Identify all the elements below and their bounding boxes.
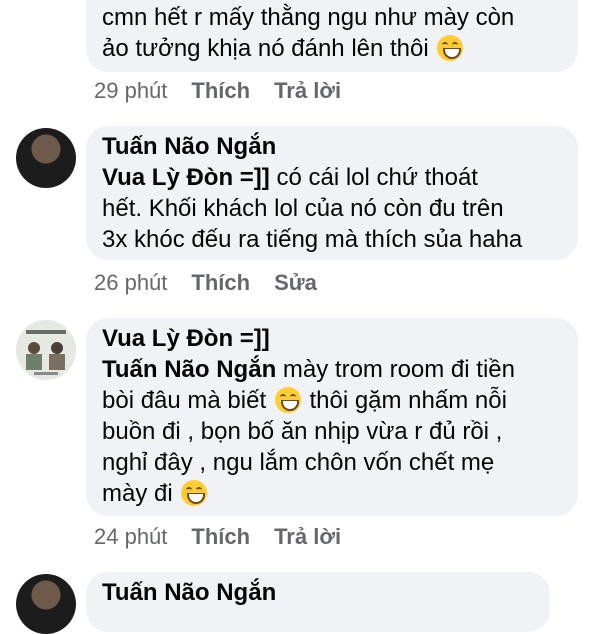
grinning-face-emoji-icon xyxy=(274,387,301,413)
reply-button[interactable]: Trả lời xyxy=(274,78,341,104)
grinning-face-emoji-icon xyxy=(437,35,464,61)
comment-line: nghỉ đây , ngu lắm chôn vốn chết mẹ xyxy=(102,449,495,476)
comment-author[interactable]: Vua Lỳ Đòn =]] xyxy=(102,324,562,354)
reply-button[interactable]: Trả lời xyxy=(274,524,341,550)
comment-bubble: Vua Lỳ Đòn =]] Tuấn Não Ngắn mày trom ro… xyxy=(86,318,578,516)
grinning-face-emoji-icon xyxy=(181,480,208,506)
comment-actions: 24 phút Thích Trả lời xyxy=(94,524,341,550)
comment-bubble: Tuấn Não Ngắn xyxy=(86,572,550,632)
comment-line: ảo tưởng khịa nó đánh lên thôi xyxy=(102,35,429,62)
comment-actions: 29 phút Thích Trả lời xyxy=(94,78,341,104)
comment-line: mày trom room đi tiền xyxy=(282,356,515,383)
mention-link[interactable]: Tuấn Não Ngắn xyxy=(102,356,276,383)
comment-text: Vua Lỳ Đòn =]] có cái lol chứ thoát hết.… xyxy=(102,162,562,255)
comment-bubble: Tuấn Não Ngắn Vua Lỳ Đòn =]] có cái lol … xyxy=(86,126,578,260)
comment-line: thôi gặm nhấm nỗi xyxy=(309,387,507,414)
comment-line: cmn hết r mấy thằng ngu như mày còn xyxy=(102,4,515,31)
comment-text: cmn hết r mấy thằng ngu như mày còn ảo t… xyxy=(102,2,562,64)
comment-actions: 26 phút Thích Sửa xyxy=(94,270,317,296)
like-button[interactable]: Thích xyxy=(191,524,250,550)
avatar[interactable] xyxy=(16,128,76,188)
comment-line: 3x khóc đếu ra tiếng mà thích sủa haha xyxy=(102,226,523,253)
avatar[interactable] xyxy=(16,574,76,634)
like-button[interactable]: Thích xyxy=(191,270,250,296)
comment-line: có cái lol chứ thoát xyxy=(276,164,478,191)
comment-time[interactable]: 26 phút xyxy=(94,270,167,296)
like-button[interactable]: Thích xyxy=(191,78,250,104)
comment-line: hết. Khối khách lol của nó còn đu trên xyxy=(102,195,504,222)
comment-text: Tuấn Não Ngắn mày trom room đi tiền bòi … xyxy=(102,354,562,509)
mention-link[interactable]: Vua Lỳ Đòn =]] xyxy=(102,164,270,191)
edit-button[interactable]: Sửa xyxy=(274,270,317,296)
comment-author[interactable]: Tuấn Não Ngắn xyxy=(102,578,534,608)
avatar-image xyxy=(16,320,76,380)
comment-line: buồn đi , bọn bố ăn nhịp vừa r đủ rồi , xyxy=(102,418,503,445)
avatar[interactable] xyxy=(16,320,76,380)
comment-author[interactable]: Tuấn Não Ngắn xyxy=(102,132,562,162)
comment-time[interactable]: 29 phút xyxy=(94,78,167,104)
comment-line: mày đi xyxy=(102,480,173,507)
comment-time[interactable]: 24 phút xyxy=(94,524,167,550)
comment-bubble: cmn hết r mấy thằng ngu như mày còn ảo t… xyxy=(86,0,578,72)
comment-line: bòi đâu mà biết xyxy=(102,387,267,414)
